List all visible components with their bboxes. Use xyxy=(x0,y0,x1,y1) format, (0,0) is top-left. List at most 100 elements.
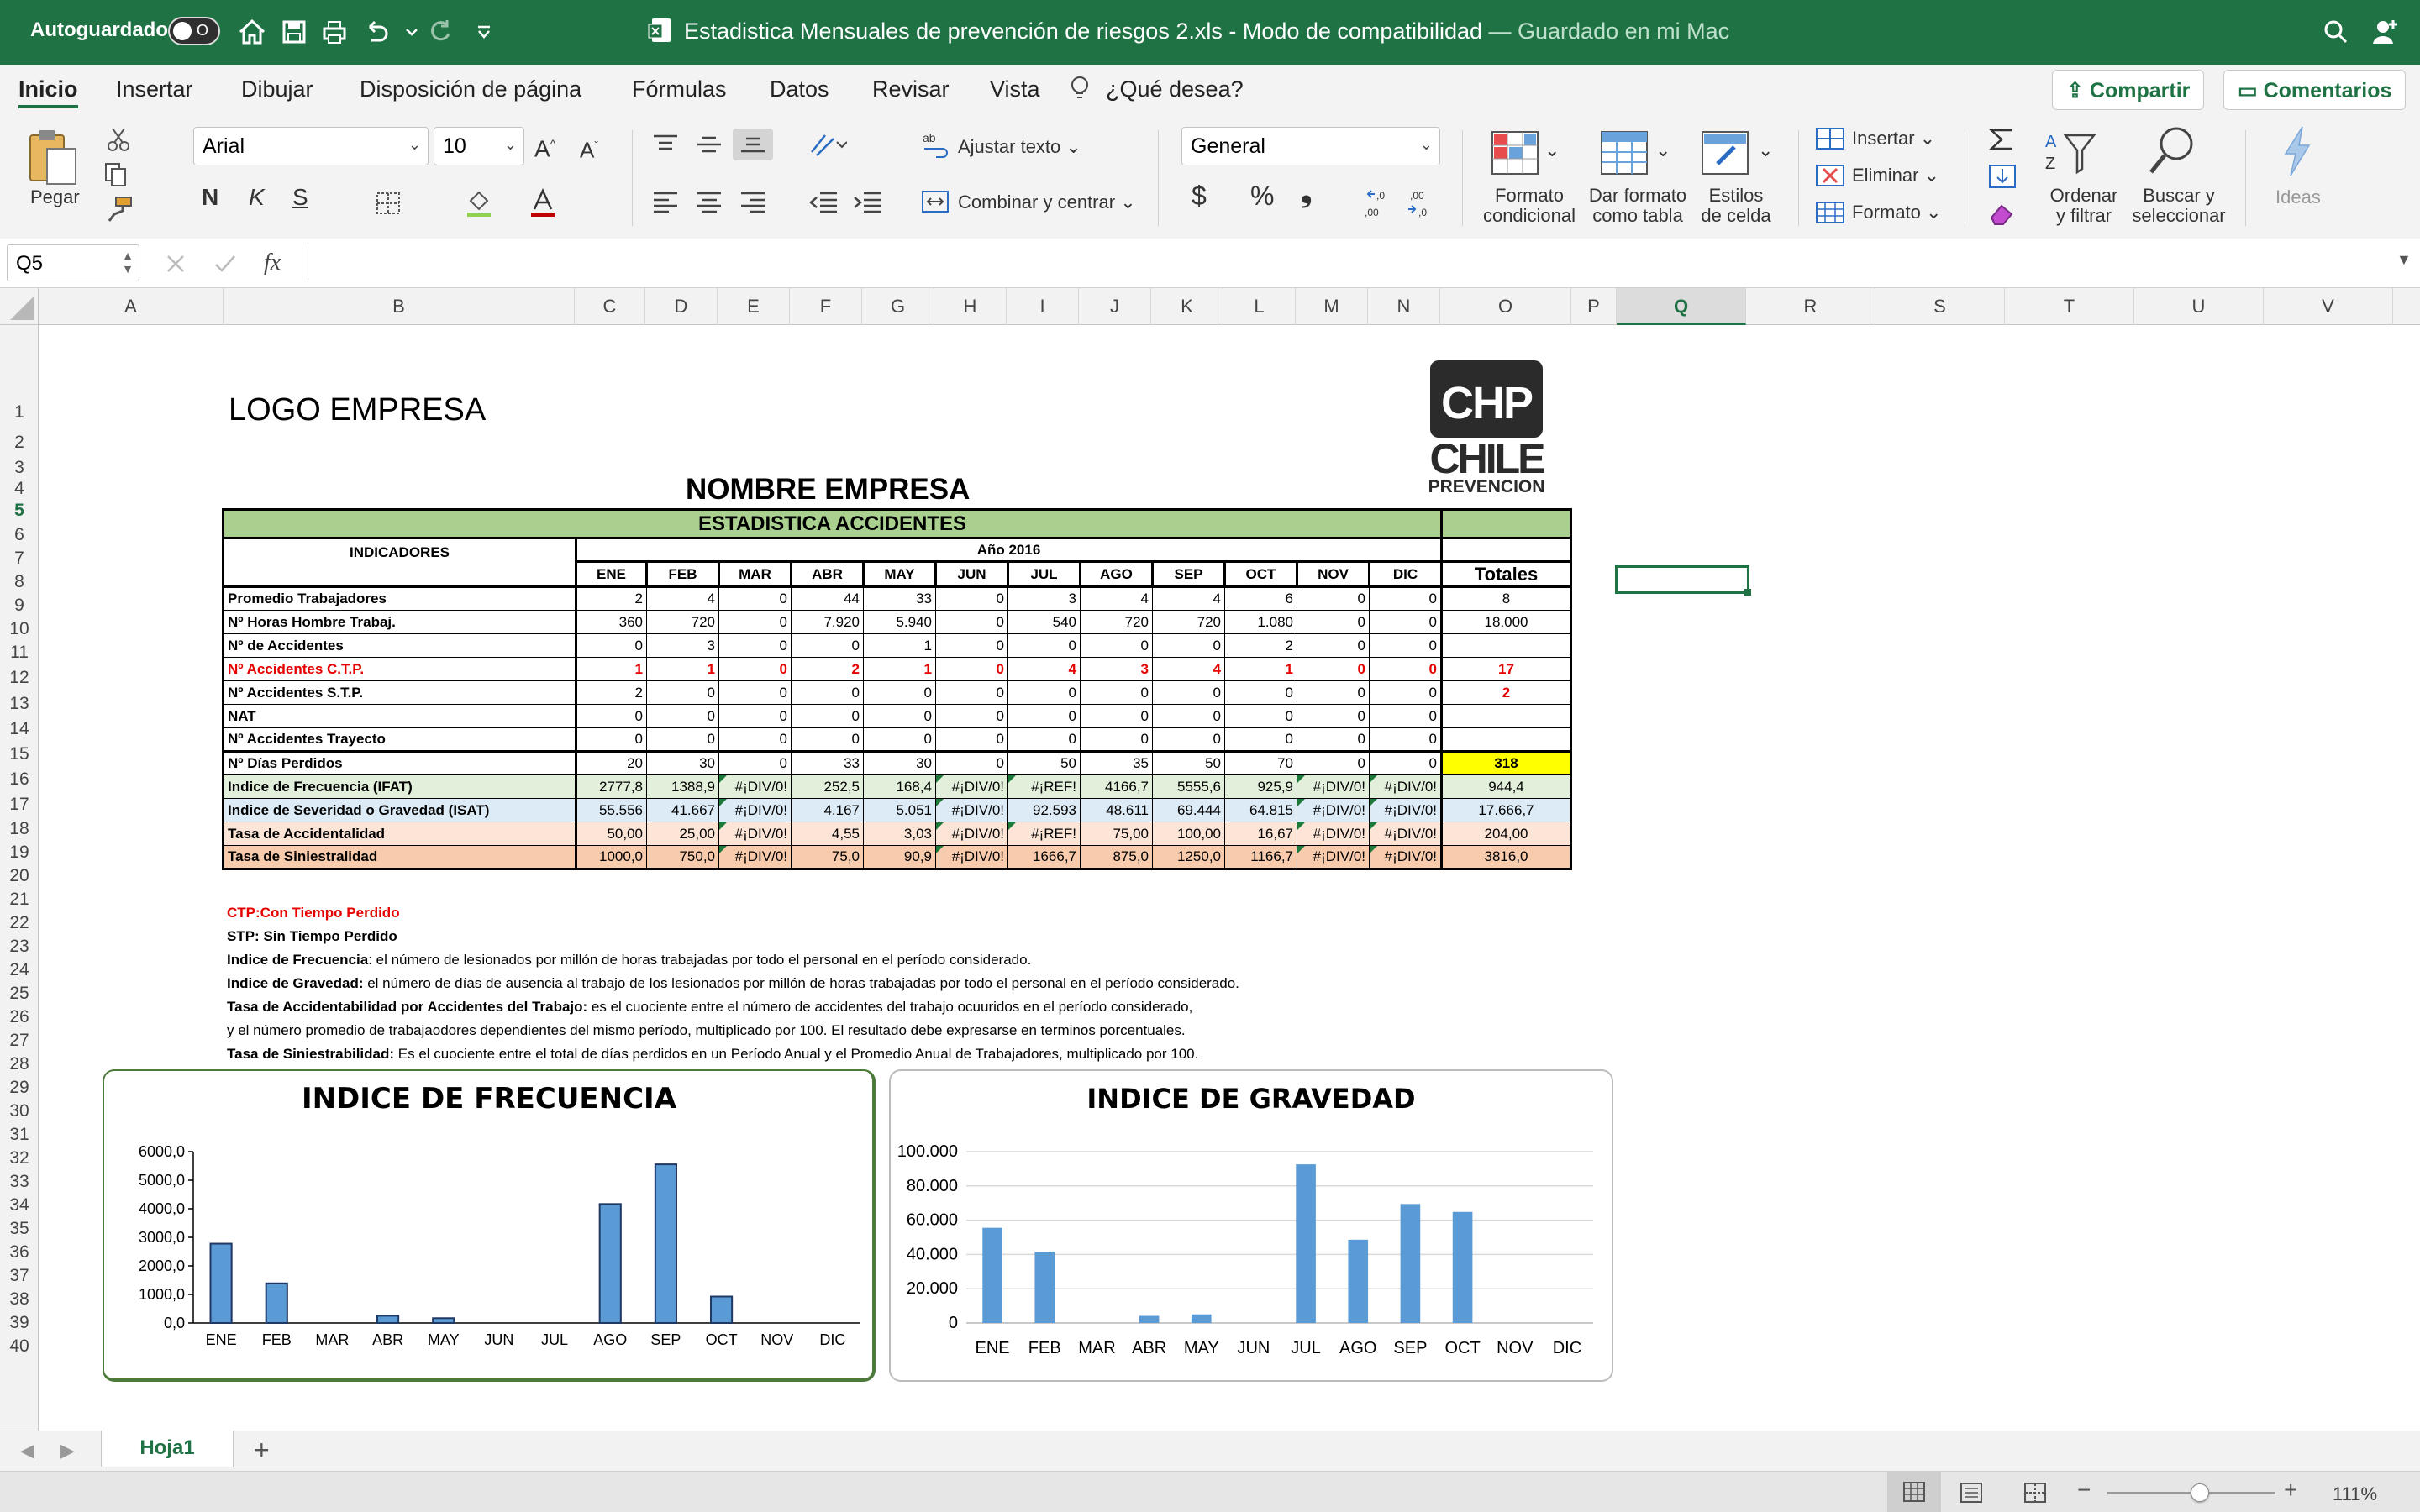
table-cell[interactable]: 0 xyxy=(1007,680,1081,705)
table-cell[interactable]: 0 xyxy=(1369,727,1442,752)
table-cell[interactable]: 2777,8 xyxy=(576,774,647,799)
table-cell[interactable]: 90,9 xyxy=(863,845,936,870)
borders-icon[interactable] xyxy=(375,191,402,216)
table-total-cell[interactable]: 8 xyxy=(1440,586,1572,611)
row-header[interactable]: 25 xyxy=(0,982,39,1005)
table-cell[interactable]: 0 xyxy=(935,704,1008,728)
font-name-select[interactable]: Arial ⌄ xyxy=(193,127,429,165)
orientation-icon[interactable] xyxy=(808,130,847,159)
cell-styles-icon[interactable] xyxy=(1701,130,1749,176)
column-header-selected[interactable]: Q xyxy=(1617,288,1746,325)
table-total-cell[interactable]: 944,4 xyxy=(1440,774,1572,799)
table-cell[interactable]: 4 xyxy=(1007,657,1081,681)
chart-bar[interactable] xyxy=(1452,1211,1473,1323)
table-cell[interactable]: #¡DIV/0! xyxy=(1369,774,1442,799)
table-cell[interactable]: 925,9 xyxy=(1224,774,1297,799)
table-cell[interactable]: #¡DIV/0! xyxy=(1369,822,1442,846)
align-top-icon[interactable] xyxy=(652,134,679,155)
column-header[interactable]: S xyxy=(1876,288,2005,325)
table-cell[interactable]: 1666,7 xyxy=(1007,845,1081,870)
table-cell[interactable]: 5555,6 xyxy=(1152,774,1225,799)
table-cell[interactable]: #¡REF! xyxy=(1007,774,1081,799)
sheet-tab-hoja1[interactable]: Hoja1 xyxy=(101,1431,234,1467)
table-cell[interactable]: 0 xyxy=(1297,750,1370,775)
table-cell[interactable]: 0 xyxy=(1297,610,1370,634)
table-cell[interactable]: 0 xyxy=(1297,680,1370,705)
table-cell[interactable]: 0 xyxy=(1369,750,1442,775)
tab-insertar[interactable]: Insertar xyxy=(116,76,193,102)
table-cell[interactable]: 1 xyxy=(576,657,647,681)
page-break-icon[interactable] xyxy=(2022,1481,2049,1504)
table-cell[interactable]: 41.667 xyxy=(646,798,719,822)
table-total-cell[interactable]: 3816,0 xyxy=(1440,845,1572,870)
table-cell[interactable]: 70 xyxy=(1224,750,1297,775)
table-cell[interactable]: 0 xyxy=(718,633,792,658)
tab-formulas[interactable]: Fórmulas xyxy=(632,76,727,102)
table-cell[interactable]: 75,00 xyxy=(1080,822,1153,846)
table-cell[interactable]: #¡DIV/0! xyxy=(935,798,1008,822)
table-cell[interactable]: 0 xyxy=(863,727,936,752)
currency-button[interactable]: $ xyxy=(1192,182,1207,209)
table-cell[interactable]: 20 xyxy=(576,750,647,775)
selected-cell-q5[interactable] xyxy=(1615,565,1751,596)
table-cell[interactable]: 0 xyxy=(646,727,719,752)
row-header[interactable]: 1 xyxy=(0,325,39,426)
number-format-select[interactable]: General ⌄ xyxy=(1181,127,1440,165)
chart-bar[interactable] xyxy=(1400,1204,1421,1323)
delete-cells-icon[interactable] xyxy=(1815,164,1845,187)
column-header[interactable]: K xyxy=(1151,288,1223,325)
column-header[interactable]: R xyxy=(1746,288,1876,325)
font-size-select[interactable]: 10 ⌄ xyxy=(434,127,524,165)
table-cell[interactable]: 0 xyxy=(576,633,647,658)
row-header[interactable]: 26 xyxy=(0,1005,39,1029)
column-header[interactable]: C xyxy=(575,288,645,325)
table-cell[interactable]: 55.556 xyxy=(576,798,647,822)
row-header[interactable]: 14 xyxy=(0,717,39,742)
table-cell[interactable]: 0 xyxy=(1297,657,1370,681)
table-cell[interactable]: 92.593 xyxy=(1007,798,1081,822)
row-header[interactable]: 17 xyxy=(0,792,39,817)
row-header[interactable]: 34 xyxy=(0,1194,39,1217)
table-cell[interactable]: 50 xyxy=(1007,750,1081,775)
format-as-table-button[interactable]: Dar formato como tabla xyxy=(1580,186,1696,226)
table-cell[interactable]: 0 xyxy=(1369,610,1442,634)
table-cell[interactable]: 540 xyxy=(1007,610,1081,634)
table-cell[interactable]: 0 xyxy=(1224,680,1297,705)
table-cell[interactable]: 168,4 xyxy=(863,774,936,799)
fill-color-icon[interactable] xyxy=(464,187,494,218)
table-cell[interactable]: 750,0 xyxy=(646,845,719,870)
row-header[interactable]: 35 xyxy=(0,1217,39,1241)
redo-icon[interactable] xyxy=(424,15,457,49)
row-header[interactable]: 28 xyxy=(0,1053,39,1076)
table-cell[interactable]: 3 xyxy=(646,633,719,658)
table-cell[interactable]: 25,00 xyxy=(646,822,719,846)
table-cell[interactable]: 0 xyxy=(1080,727,1153,752)
row-header[interactable]: 23 xyxy=(0,935,39,958)
table-cell[interactable]: 0 xyxy=(1080,704,1153,728)
tab-revisar[interactable]: Revisar xyxy=(872,76,950,102)
table-cell[interactable]: 0 xyxy=(718,727,792,752)
table-cell[interactable]: 0 xyxy=(935,727,1008,752)
customize-toolbar-icon[interactable] xyxy=(467,15,501,49)
table-cell[interactable]: 50 xyxy=(1152,750,1225,775)
table-cell[interactable]: 0 xyxy=(935,750,1008,775)
table-cell[interactable]: 0 xyxy=(718,680,792,705)
format-cells-button[interactable]: Formato ⌄ xyxy=(1852,202,1941,223)
table-cell[interactable]: 1 xyxy=(1224,657,1297,681)
tab-datos[interactable]: Datos xyxy=(770,76,829,102)
table-cell[interactable]: 7.920 xyxy=(791,610,864,634)
underline-button[interactable]: S xyxy=(292,186,308,209)
chart-bar[interactable] xyxy=(209,1242,233,1324)
row-header[interactable]: 15 xyxy=(0,742,39,767)
table-cell[interactable]: 0 xyxy=(1007,704,1081,728)
zoom-in-button[interactable]: + xyxy=(2284,1477,2297,1504)
row-header[interactable]: 22 xyxy=(0,911,39,935)
expand-formula-icon[interactable]: ▼ xyxy=(2396,251,2412,269)
fill-icon[interactable] xyxy=(1988,164,2017,189)
tab-disposicion[interactable]: Disposición de página xyxy=(360,76,581,102)
italic-button[interactable]: K xyxy=(249,186,265,209)
column-header[interactable]: F xyxy=(790,288,862,325)
conditional-format-icon[interactable] xyxy=(1491,130,1539,176)
table-total-cell[interactable] xyxy=(1440,704,1572,728)
row-header[interactable]: 2 xyxy=(0,426,39,456)
